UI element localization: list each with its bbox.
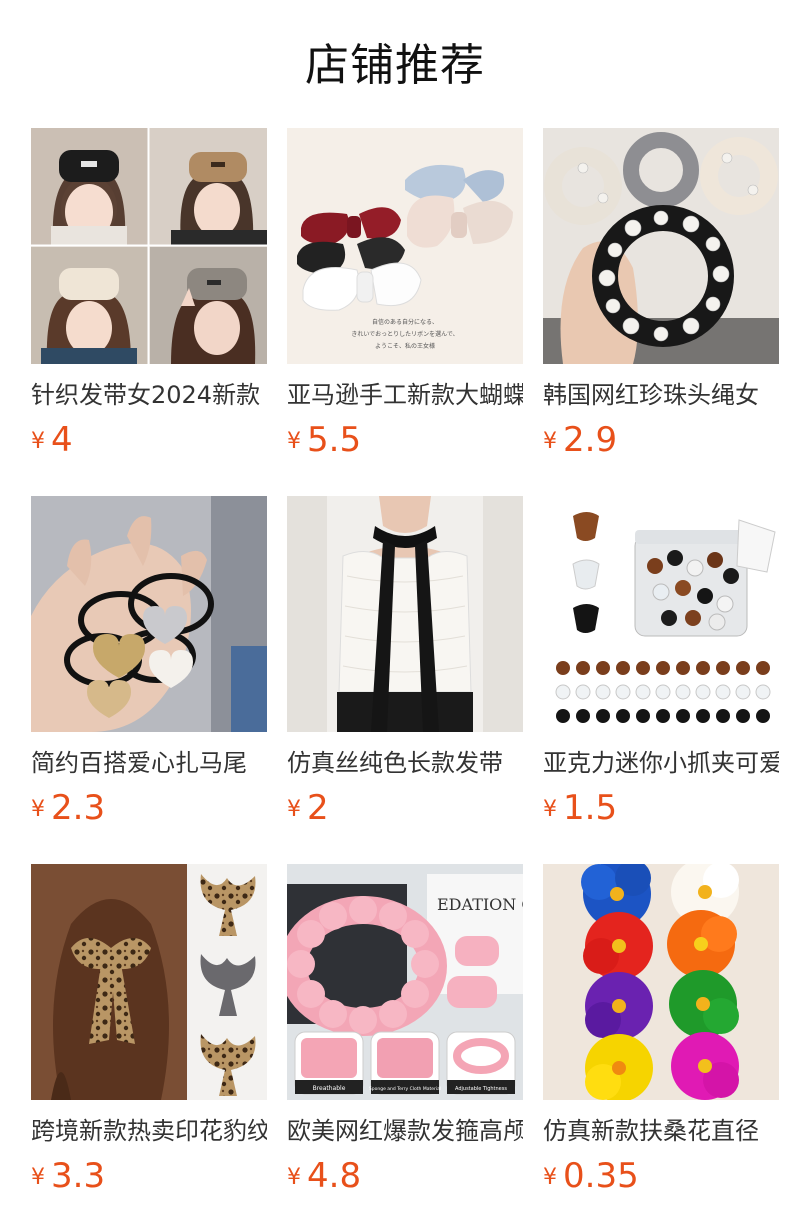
product-name[interactable]: 亚克力迷你小抓夹可爱: [543, 746, 779, 780]
currency-symbol: ¥: [31, 429, 45, 454]
product-name[interactable]: 亚马逊手工新款大蝴蝶结: [287, 378, 523, 412]
product-price: ¥4: [31, 420, 267, 460]
price-value: 1.5: [563, 788, 618, 828]
product-price: ¥2: [287, 788, 523, 828]
product-image-leopard-bow[interactable]: [31, 864, 267, 1100]
product-price: ¥4.8: [287, 1156, 523, 1196]
currency-symbol: ¥: [543, 797, 557, 822]
product-image-spa-headband[interactable]: EDATION CRAFT: [287, 864, 523, 1100]
price-value: 5.5: [307, 420, 362, 460]
product-name[interactable]: 简约百搭爱心扎马尾: [31, 746, 267, 780]
price-value: 3.3: [51, 1156, 106, 1196]
bow-caption-1: 自信のある自分になる、: [372, 318, 438, 326]
product-image-hibiscus-flower-clip[interactable]: [543, 864, 779, 1100]
product-card[interactable]: 简约百搭爱心扎马尾 ¥2.3: [31, 496, 267, 832]
bow-caption-2: きれいでおっとりしたリボンを選んで、: [351, 330, 458, 338]
product-price: ¥0.35: [543, 1156, 779, 1196]
currency-symbol: ¥: [287, 429, 301, 454]
currency-symbol: ¥: [543, 429, 557, 454]
product-card[interactable]: 针织发带女2024新款 ¥4: [31, 128, 267, 464]
product-name[interactable]: 针织发带女2024新款: [31, 378, 267, 412]
product-price: ¥2.3: [31, 788, 267, 828]
price-value: 2.3: [51, 788, 106, 828]
product-price: ¥2.9: [543, 420, 779, 460]
product-card[interactable]: 韩国网红珍珠头绳女 ¥2.9: [543, 128, 779, 464]
product-name[interactable]: 仿真丝纯色长款发带: [287, 746, 523, 780]
product-price: ¥3.3: [31, 1156, 267, 1196]
bow-caption-3: ようこそ、私の王女様: [375, 342, 435, 350]
currency-symbol: ¥: [31, 797, 45, 822]
product-grid: 针织发带女2024新款 ¥4 自信のある自分になる、 きれいでおっとりしたリボン…: [31, 128, 779, 1200]
product-price: ¥1.5: [543, 788, 779, 828]
currency-symbol: ¥: [543, 1165, 557, 1190]
spa-label-material: Sponge and Terry Cloth Material: [369, 1086, 441, 1092]
price-value: 0.35: [563, 1156, 639, 1196]
product-card[interactable]: 亚克力迷你小抓夹可爱 ¥1.5: [543, 496, 779, 832]
product-name[interactable]: 韩国网红珍珠头绳女: [543, 378, 779, 412]
product-card[interactable]: 自信のある自分になる、 きれいでおっとりしたリボンを選んで、 ようこそ、私の王女…: [287, 128, 523, 464]
spa-label-tightness: Adjustable Tightness: [455, 1086, 507, 1092]
product-image-mini-claw-clip[interactable]: [543, 496, 779, 732]
product-name[interactable]: 欧美网红爆款发箍高颅顶: [287, 1114, 523, 1148]
page-title: 店铺推荐: [305, 40, 485, 91]
price-value: 4.8: [307, 1156, 362, 1196]
currency-symbol: ¥: [287, 1165, 301, 1190]
product-image-bow-hairclip[interactable]: 自信のある自分になる、 きれいでおっとりしたリボンを選んで、 ようこそ、私の王女…: [287, 128, 523, 364]
product-card[interactable]: 仿真新款扶桑花直径 ¥0.35: [543, 864, 779, 1200]
product-name[interactable]: 跨境新款热卖印花豹纹: [31, 1114, 267, 1148]
price-value: 2.9: [563, 420, 618, 460]
price-value: 2: [307, 788, 329, 828]
product-card[interactable]: EDATION CRAFT: [287, 864, 523, 1200]
currency-symbol: ¥: [287, 797, 301, 822]
product-card[interactable]: 仿真丝纯色长款发带 ¥2: [287, 496, 523, 832]
spa-magazine-text: EDATION CRAFT: [437, 895, 523, 914]
product-card[interactable]: 跨境新款热卖印花豹纹 ¥3.3: [31, 864, 267, 1200]
product-price: ¥5.5: [287, 420, 523, 460]
spa-label-breathable: Breathable: [313, 1085, 346, 1092]
price-value: 4: [51, 420, 73, 460]
product-image-heart-hair-tie[interactable]: [31, 496, 267, 732]
product-name[interactable]: 仿真新款扶桑花直径: [543, 1114, 779, 1148]
currency-symbol: ¥: [31, 1165, 45, 1190]
product-image-knit-headband[interactable]: [31, 128, 267, 364]
product-image-pearl-scrunchie[interactable]: [543, 128, 779, 364]
product-image-silk-long-ribbon[interactable]: [287, 496, 523, 732]
store-recommendation-page: 店铺推荐 针织发带女2024新款 ¥ 4 自信のある自分になる、 きれいでおっと…: [0, 0, 790, 1232]
